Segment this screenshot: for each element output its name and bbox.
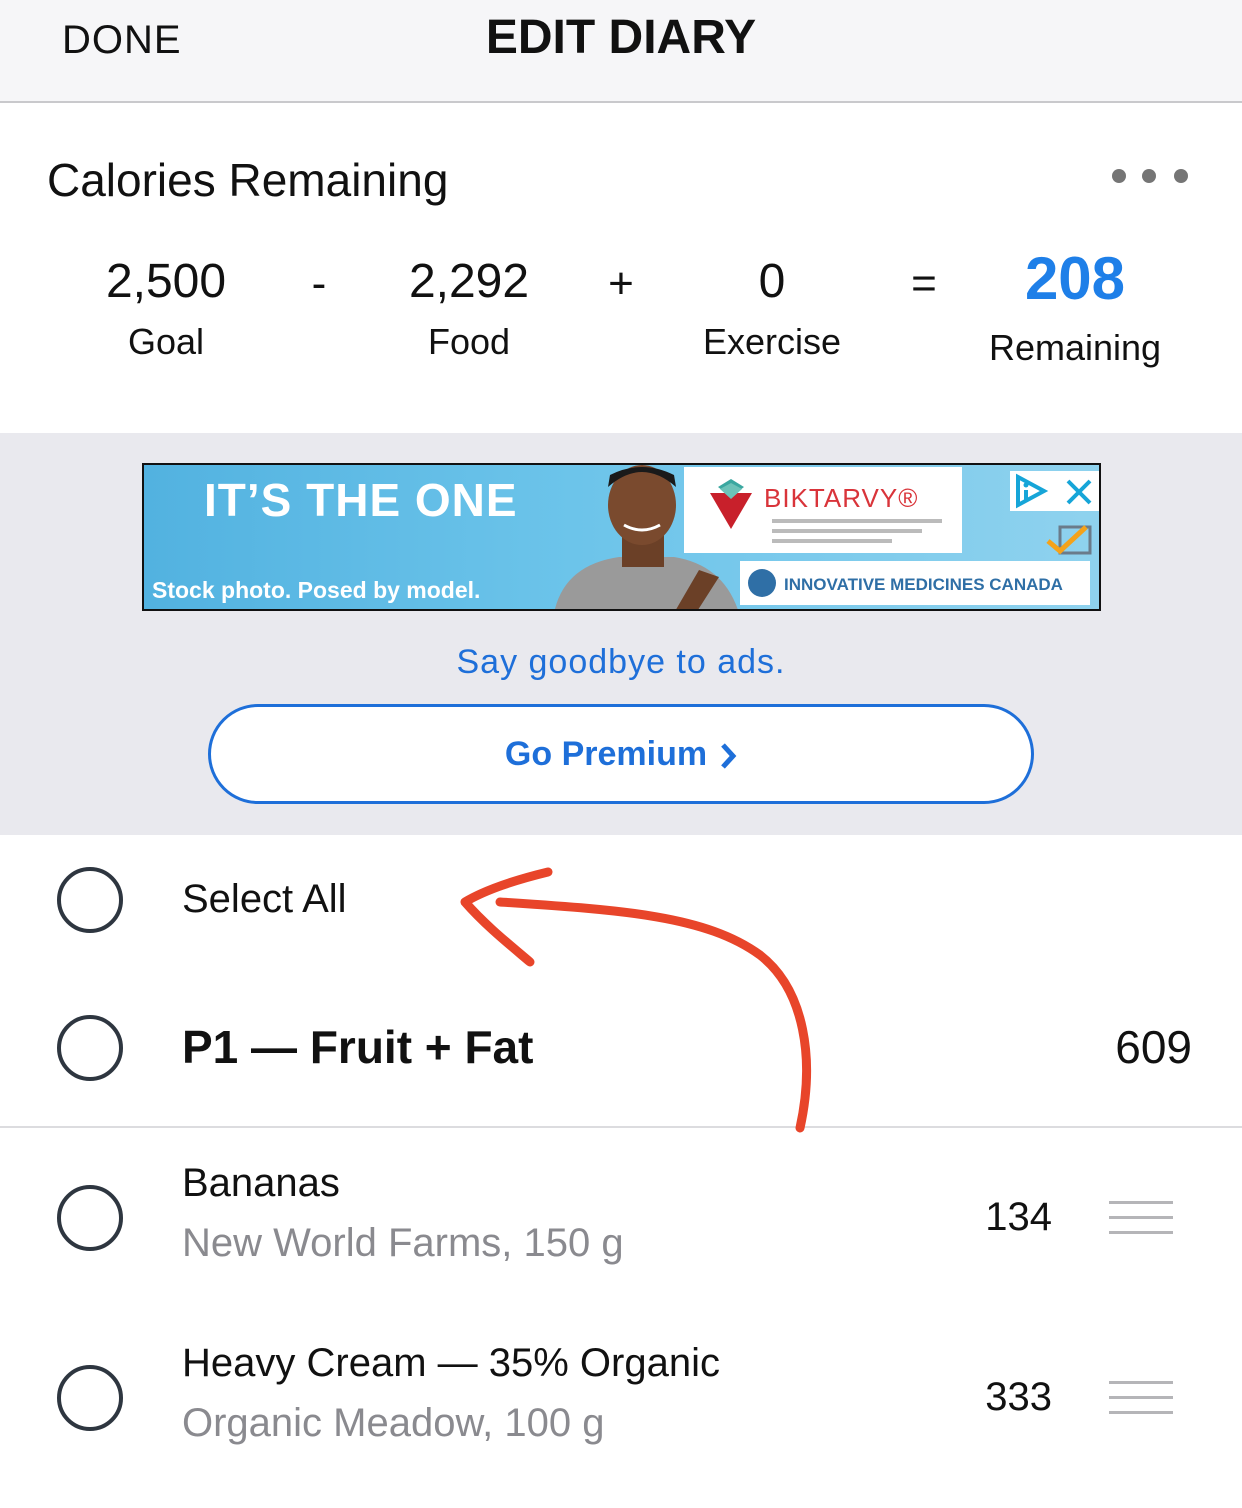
food-calories: 333	[985, 1375, 1052, 1419]
drag-handle-icon[interactable]	[1109, 1201, 1173, 1235]
checkmark-icon	[1046, 525, 1092, 555]
meal-select-radio[interactable]	[57, 1015, 123, 1081]
food-name: Heavy Cream — 35% Organic	[182, 1341, 720, 1385]
food-detail: New World Farms, 150 g	[182, 1221, 624, 1265]
go-premium-button[interactable]: Go Premium	[208, 704, 1034, 804]
goal-value: 2,500	[105, 255, 227, 308]
chevron-right-icon	[721, 743, 737, 769]
ad-fine-print	[772, 529, 922, 533]
ad-close-icon[interactable]	[1064, 477, 1094, 507]
food-value: 2,292	[408, 255, 530, 308]
page-title: EDIT DIARY	[485, 11, 757, 64]
meal-calories: 609	[1115, 1021, 1192, 1073]
nav-bar: DONE EDIT DIARY	[0, 0, 1242, 103]
ad-brand-name: BIKTARVY®	[764, 483, 919, 513]
ad-brand-box: BIKTARVY®	[684, 467, 962, 553]
ad-member-badge: INNOVATIVE MEDICINES CANADA	[740, 561, 1090, 605]
food-column: 2,292 Food	[339, 251, 599, 363]
ad-disclaimer: Stock photo. Posed by model.	[152, 577, 481, 603]
ad-fine-print	[772, 539, 892, 543]
ad-fine-print	[772, 519, 942, 523]
exercise-value: 0	[758, 255, 786, 308]
divider	[0, 1126, 1242, 1128]
calories-remaining-title: Calories Remaining	[47, 154, 449, 206]
remaining-column: 208 Remaining	[945, 245, 1205, 369]
select-all-radio[interactable]	[57, 867, 123, 933]
more-options-icon[interactable]	[1104, 165, 1194, 189]
calories-remaining-card: Calories Remaining 2,500 Goal - 2,292 Fo…	[0, 103, 1242, 433]
ad-choices-box	[1010, 471, 1099, 511]
exercise-label: Exercise	[702, 321, 842, 362]
select-all-label[interactable]: Select All	[182, 877, 347, 922]
drag-handle-icon[interactable]	[1109, 1381, 1173, 1415]
remaining-value: 208	[1024, 245, 1126, 312]
goal-label: Goal	[127, 321, 205, 362]
ad-banner[interactable]: IT’S THE ONE Stock photo. Posed by model…	[142, 463, 1101, 611]
ad-member-text: INNOVATIVE MEDICINES CANADA	[784, 575, 1063, 594]
food-detail: Organic Meadow, 100 g	[182, 1401, 605, 1445]
remove-ads-link[interactable]: Say goodbye to ads.	[0, 643, 1242, 682]
food-name: Bananas	[182, 1161, 340, 1205]
meal-name: P1 — Fruit + Fat	[182, 1021, 534, 1073]
ad-headline: IT’S THE ONE	[204, 474, 518, 526]
food-select-radio[interactable]	[57, 1365, 123, 1431]
food-label: Food	[427, 321, 511, 362]
ad-section: IT’S THE ONE Stock photo. Posed by model…	[0, 433, 1242, 835]
diary-list: Select All P1 — Fruit + Fat 609 Bananas …	[0, 835, 1242, 1508]
exercise-column: 0 Exercise	[642, 251, 902, 363]
innovative-medicines-logo-icon	[748, 569, 776, 597]
goal-column: 2,500 Goal	[36, 251, 296, 363]
remaining-label: Remaining	[988, 327, 1162, 368]
food-select-radio[interactable]	[57, 1185, 123, 1251]
biktarvy-logo-icon	[710, 479, 752, 529]
go-premium-label: Go Premium	[504, 735, 708, 773]
food-calories: 134	[985, 1195, 1052, 1239]
